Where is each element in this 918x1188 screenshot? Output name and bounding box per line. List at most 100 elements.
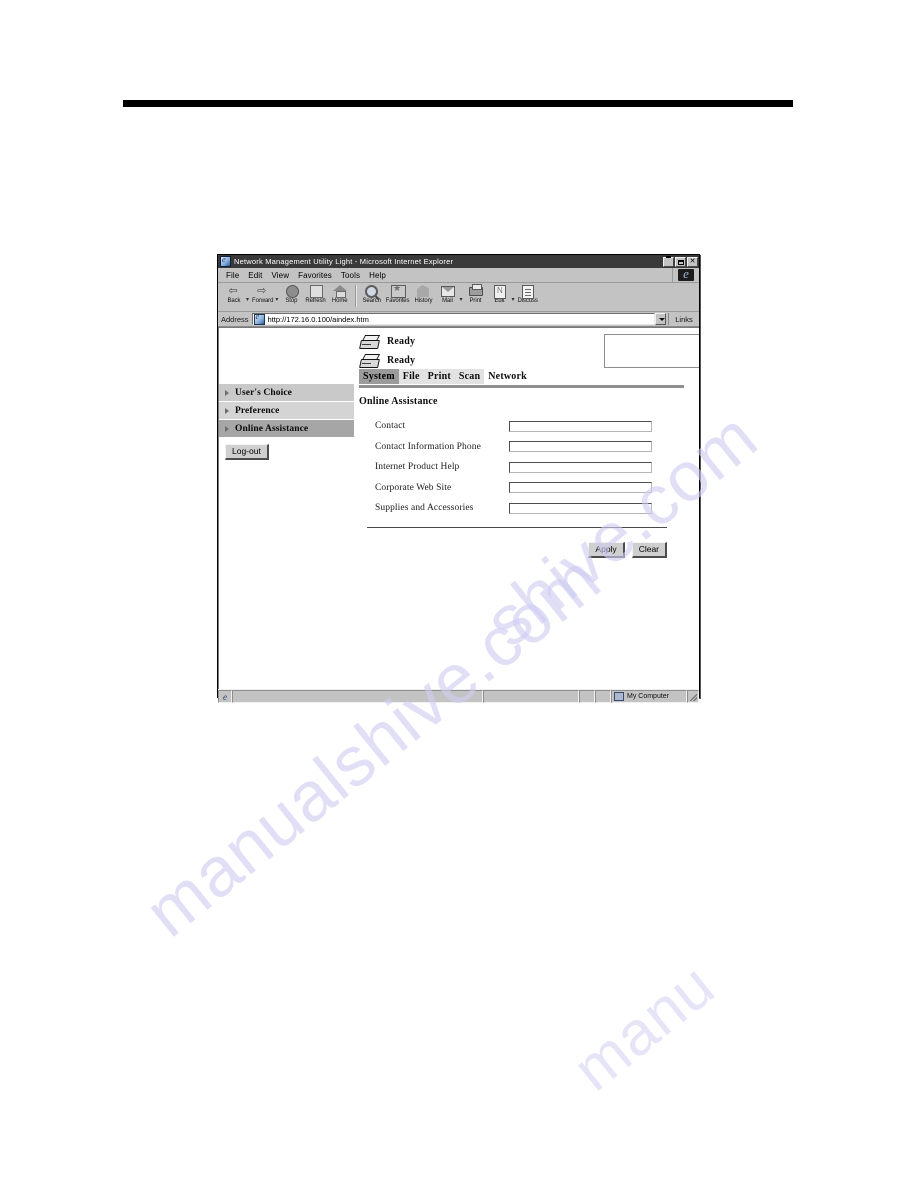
form-row: Internet Product Help [359,457,689,477]
forward-dropdown-arrow-icon[interactable]: ▾ [275,296,278,303]
edit-page-icon [492,284,507,299]
toolbar-separator [354,285,357,307]
minimize-button[interactable] [663,255,674,267]
menu-item-help[interactable]: Help [369,271,386,280]
toolbar-forward-label: Forward [252,298,274,304]
menu-item-tools[interactable]: Tools [341,271,360,280]
toolbar-search-button[interactable]: Search [360,284,384,305]
form-row: Contact [359,416,689,436]
device-status-block: Ready Ready [359,332,699,370]
apply-button[interactable]: Apply [588,542,625,558]
contact-information-phone-input[interactable] [509,441,652,452]
search-icon [364,284,379,298]
internet-explorer-icon [220,255,231,267]
stop-icon [284,284,299,298]
browser-title-bar: Network Management Utility Light - Micro… [218,255,699,268]
sidebar-item-label: Online Assistance [235,423,309,434]
menu-row: File Edit View Favorites Tools Help [218,266,699,283]
toolbar-edit-button[interactable]: Edit [487,284,511,305]
field-label-corporate-web-site: Corporate Web Site [375,482,452,493]
form-row: Supplies and Accessories [359,498,689,518]
printer-icon [359,334,381,349]
page-viewport: Ready Ready System File Print Scan Netwo… [218,327,699,689]
my-computer-icon [614,692,624,701]
sidebar-item-online-assistance[interactable]: Online Assistance [219,420,354,438]
status-progress-cell [483,690,579,703]
sidebar-item-preference[interactable]: Preference [219,402,354,420]
browser-toolbar: ⇦ Back ▾ ⇨ Forward ▾ Stop Refresh Home S… [218,283,699,312]
internet-product-help-input[interactable] [509,461,652,473]
toolbar-favorites-button[interactable]: Favorites [384,283,412,305]
back-dropdown-arrow-icon[interactable]: ▾ [246,296,249,303]
address-label: Address [221,314,249,324]
status-message [232,690,483,703]
menu-item-file[interactable]: File [226,271,239,280]
tab-scan[interactable]: Scan [454,369,485,384]
back-arrow-icon: ⇦ [228,284,238,297]
sidebar-item-label: Preference [235,405,280,416]
tab-network[interactable]: Network [484,369,531,384]
forward-arrow-icon: ⇨ [257,284,267,297]
device-status-text: Ready [387,355,416,366]
supplies-and-accessories-input[interactable] [509,502,652,514]
toolbar-mail-label: Mail [442,298,453,304]
home-icon [332,284,348,298]
logout-button[interactable]: Log-out [225,444,269,460]
tab-print[interactable]: Print [423,369,455,384]
links-button[interactable]: Links [668,313,699,325]
address-dropdown-button[interactable] [655,313,666,325]
mail-dropdown-arrow-icon[interactable]: ▾ [459,296,462,303]
menu-item-view[interactable]: View [271,271,289,280]
form-row: Contact Information Phone [359,437,689,457]
toolbar-print-button[interactable]: Print [463,284,487,305]
toolbar-home-label: Home [331,298,348,304]
printer-icon [359,353,381,368]
toolbar-stop-button[interactable]: Stop [279,284,303,305]
field-label-internet-product-help: Internet Product Help [375,462,460,472]
menu-bar: File Edit View Favorites Tools Help [218,268,672,282]
edit-dropdown-arrow-icon[interactable]: ▾ [511,296,514,303]
favorites-star-icon [390,283,407,298]
close-button[interactable]: ✕ [687,256,698,267]
maximize-button[interactable] [675,256,686,267]
toolbar-discuss-button[interactable]: Discuss [515,284,539,305]
toolbar-history-label: History [414,298,433,304]
address-input[interactable]: http://172.16.0.100/aindex.htm [251,312,655,325]
tab-file[interactable]: File [398,369,424,384]
status-security-zone[interactable]: My Computer [611,690,687,703]
chevron-right-icon [225,407,229,414]
internet-explorer-logo-icon [678,266,694,282]
chevron-right-icon [225,425,229,432]
menu-item-favorites[interactable]: Favorites [298,271,332,280]
refresh-icon [308,284,323,298]
document-page: Network Management Utility Light - Micro… [0,0,918,1188]
toolbar-back-button[interactable]: ⇦ Back [222,284,246,305]
ie-logo-area [672,266,699,282]
toolbar-history-button[interactable]: History [411,284,435,305]
status-zone-label: My Computer [627,693,670,700]
toolbar-home-button[interactable]: Home [328,284,352,305]
tab-system[interactable]: System [359,369,399,384]
corporate-web-site-input[interactable] [509,482,652,493]
clear-button[interactable]: Clear [631,542,667,558]
section-title: Online Assistance [359,396,438,407]
toolbar-forward-button[interactable]: ⇨ Forward [250,284,275,305]
toolbar-favorites-label: Favorites [385,298,410,304]
menu-item-edit[interactable]: Edit [248,271,262,280]
browser-window: Network Management Utility Light - Micro… [217,254,700,703]
tab-underline-rule [359,385,684,388]
form-row: Corporate Web Site [359,478,689,498]
toolbar-mail-button[interactable]: Mail [435,284,459,305]
toolbar-refresh-button[interactable]: Refresh [303,284,327,305]
sidebar-item-users-choice[interactable]: User's Choice [219,384,354,402]
contact-input[interactable] [509,420,652,432]
device-status-text: Ready [387,336,416,347]
chevron-right-icon [225,389,229,396]
resize-grip[interactable] [687,690,699,703]
mail-icon [440,284,455,298]
watermark-text: manu [560,950,728,1105]
sidebar-item-label: User's Choice [235,387,292,398]
status-spare-cell-1 [579,690,595,703]
window-title: Network Management Utility Light - Micro… [234,257,454,266]
form-actions: Apply Clear [359,542,667,558]
